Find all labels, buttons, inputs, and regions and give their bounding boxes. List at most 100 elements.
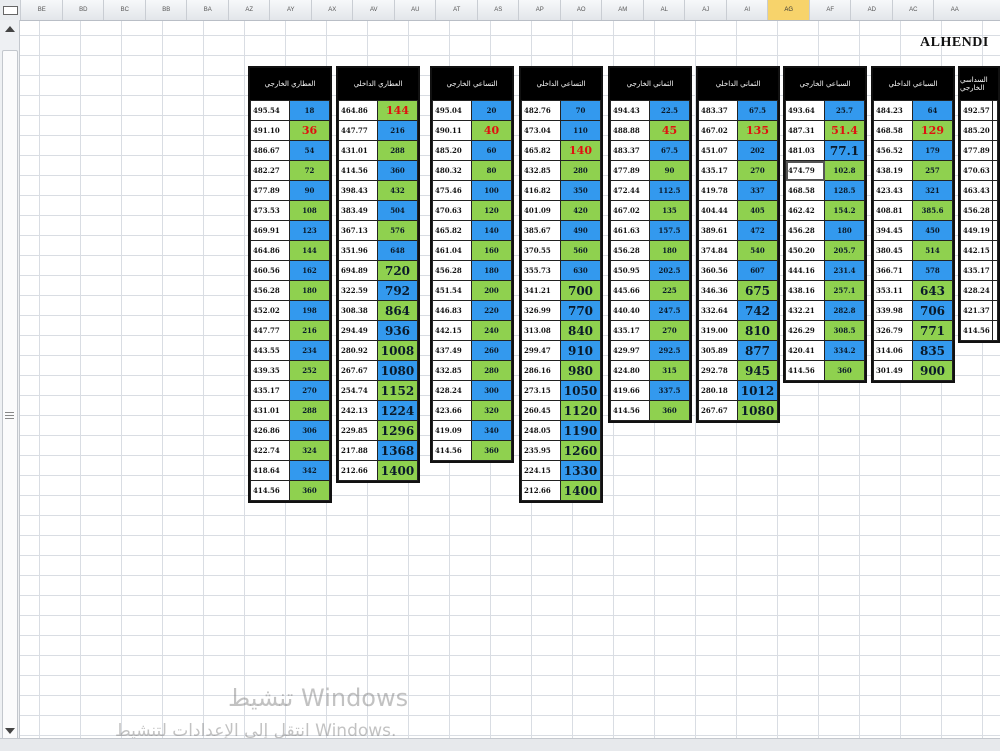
value-cell[interactable]: 475.46 — [432, 180, 472, 201]
column-header-ap[interactable]: AP — [518, 0, 561, 20]
degree-cell[interactable]: 514 — [912, 240, 953, 261]
column-header-az[interactable]: AZ — [227, 0, 271, 20]
value-cell[interactable]: 487.31 — [785, 120, 825, 141]
degree-cell[interactable]: 432 — [377, 180, 418, 201]
value-cell[interactable]: 452.02 — [250, 300, 290, 321]
degree-cell[interactable]: 129 — [912, 120, 953, 141]
value-cell[interactable]: 426.29 — [785, 320, 825, 341]
degree-cell[interactable]: 308.5 — [824, 320, 865, 341]
value-cell[interactable]: 408.81 — [873, 200, 913, 221]
value-cell[interactable]: 451.07 — [698, 140, 738, 161]
value-cell[interactable]: 424.80 — [610, 360, 650, 381]
degree-cell[interactable]: 202.5 — [649, 260, 690, 281]
degree-cell[interactable]: 360 — [649, 400, 690, 421]
degree-cell[interactable]: 490 — [560, 220, 601, 241]
column-header-at[interactable]: AT — [435, 0, 478, 20]
degree-cell[interactable]: 315 — [649, 360, 690, 381]
value-cell[interactable]: 477.89 — [960, 140, 993, 161]
degree-cell[interactable]: 252 — [289, 360, 330, 381]
value-cell[interactable]: 419.78 — [698, 180, 738, 201]
degree-cell[interactable]: 144 — [377, 100, 418, 121]
value-cell[interactable]: 442.15 — [432, 320, 472, 341]
value-cell[interactable]: 254.74 — [338, 380, 378, 401]
block-header[interactable]: السباعي الخارجي — [785, 68, 865, 100]
value-cell[interactable]: 456.28 — [250, 280, 290, 301]
degree-cell[interactable]: 1260 — [560, 440, 601, 461]
degree-cell[interactable]: 270 — [737, 160, 778, 181]
value-cell[interactable]: 464.86 — [338, 100, 378, 121]
degree-cell[interactable] — [991, 180, 999, 201]
value-cell[interactable]: 694.89 — [338, 260, 378, 281]
value-cell[interactable]: 495.04 — [432, 100, 472, 121]
degree-cell[interactable]: 270 — [649, 320, 690, 341]
value-cell[interactable]: 260.45 — [521, 400, 561, 421]
column-header-au[interactable]: AU — [393, 0, 437, 20]
value-cell[interactable]: 326.79 — [873, 320, 913, 341]
value-cell[interactable]: 314.06 — [873, 340, 913, 361]
value-cell[interactable]: 414.56 — [432, 440, 472, 461]
degree-cell[interactable]: 20 — [471, 100, 512, 121]
degree-cell[interactable] — [991, 280, 999, 301]
degree-cell[interactable]: 110 — [560, 120, 601, 141]
column-header-ad[interactable]: AD — [850, 0, 893, 20]
value-cell[interactable]: 435.17 — [698, 160, 738, 181]
value-cell[interactable]: 470.63 — [432, 200, 472, 221]
value-cell[interactable]: 468.58 — [785, 180, 825, 201]
value-cell[interactable]: 473.53 — [250, 200, 290, 221]
degree-cell[interactable]: 306 — [289, 420, 330, 441]
value-cell[interactable]: 267.67 — [338, 360, 378, 381]
value-cell[interactable]: 443.55 — [250, 340, 290, 361]
value-cell[interactable]: 414.56 — [610, 400, 650, 421]
degree-cell[interactable] — [991, 320, 999, 341]
value-cell[interactable]: 353.11 — [873, 280, 913, 301]
value-cell[interactable]: 432.85 — [521, 160, 561, 181]
degree-cell[interactable]: 108 — [289, 200, 330, 221]
value-cell[interactable]: 472.44 — [610, 180, 650, 201]
value-cell[interactable]: 423.66 — [432, 400, 472, 421]
degree-cell[interactable]: 472 — [737, 220, 778, 241]
value-cell[interactable]: 474.79 — [785, 160, 825, 181]
value-cell[interactable]: 492.57 — [960, 100, 993, 121]
degree-cell[interactable]: 342 — [289, 460, 330, 481]
value-cell[interactable]: 431.01 — [338, 140, 378, 161]
degree-cell[interactable]: 282.8 — [824, 300, 865, 321]
degree-cell[interactable]: 64 — [912, 100, 953, 121]
block-header[interactable]: العطاري الخارجي — [250, 68, 330, 100]
value-cell[interactable]: 493.64 — [785, 100, 825, 121]
degree-cell[interactable]: 810 — [737, 320, 778, 341]
degree-cell[interactable]: 157.5 — [649, 220, 690, 241]
degree-cell[interactable]: 205.7 — [824, 240, 865, 261]
degree-cell[interactable]: 200 — [471, 280, 512, 301]
degree-cell[interactable] — [991, 260, 999, 281]
degree-cell[interactable]: 300 — [471, 380, 512, 401]
horizontal-scrollbar[interactable] — [0, 738, 1000, 751]
value-cell[interactable]: 444.16 — [785, 260, 825, 281]
value-cell[interactable]: 432.21 — [785, 300, 825, 321]
value-cell[interactable]: 273.15 — [521, 380, 561, 401]
value-cell[interactable]: 414.56 — [338, 160, 378, 181]
degree-cell[interactable]: 198 — [289, 300, 330, 321]
degree-cell[interactable]: 792 — [377, 280, 418, 301]
degree-cell[interactable]: 123 — [289, 220, 330, 241]
value-cell[interactable]: 442.15 — [960, 240, 993, 261]
degree-cell[interactable]: 202 — [737, 140, 778, 161]
value-cell[interactable]: 495.54 — [250, 100, 290, 121]
degree-cell[interactable]: 675 — [737, 280, 778, 301]
degree-cell[interactable]: 234 — [289, 340, 330, 361]
value-cell[interactable]: 404.44 — [698, 200, 738, 221]
column-header-ay[interactable]: AY — [269, 0, 312, 20]
column-header-ax[interactable]: AX — [310, 0, 354, 20]
value-cell[interactable]: 313.08 — [521, 320, 561, 341]
value-cell[interactable]: 394.45 — [873, 220, 913, 241]
column-header-av[interactable]: AV — [352, 0, 395, 20]
value-cell[interactable]: 467.02 — [698, 120, 738, 141]
value-cell[interactable]: 380.45 — [873, 240, 913, 261]
vertical-scrollbar[interactable] — [0, 20, 20, 750]
value-cell[interactable]: 481.03 — [785, 140, 825, 161]
degree-cell[interactable] — [991, 300, 999, 321]
value-cell[interactable]: 212.66 — [521, 480, 561, 501]
value-cell[interactable]: 461.63 — [610, 220, 650, 241]
degree-cell[interactable] — [991, 200, 999, 221]
value-cell[interactable]: 464.86 — [250, 240, 290, 261]
degree-cell[interactable]: 1400 — [560, 480, 601, 501]
